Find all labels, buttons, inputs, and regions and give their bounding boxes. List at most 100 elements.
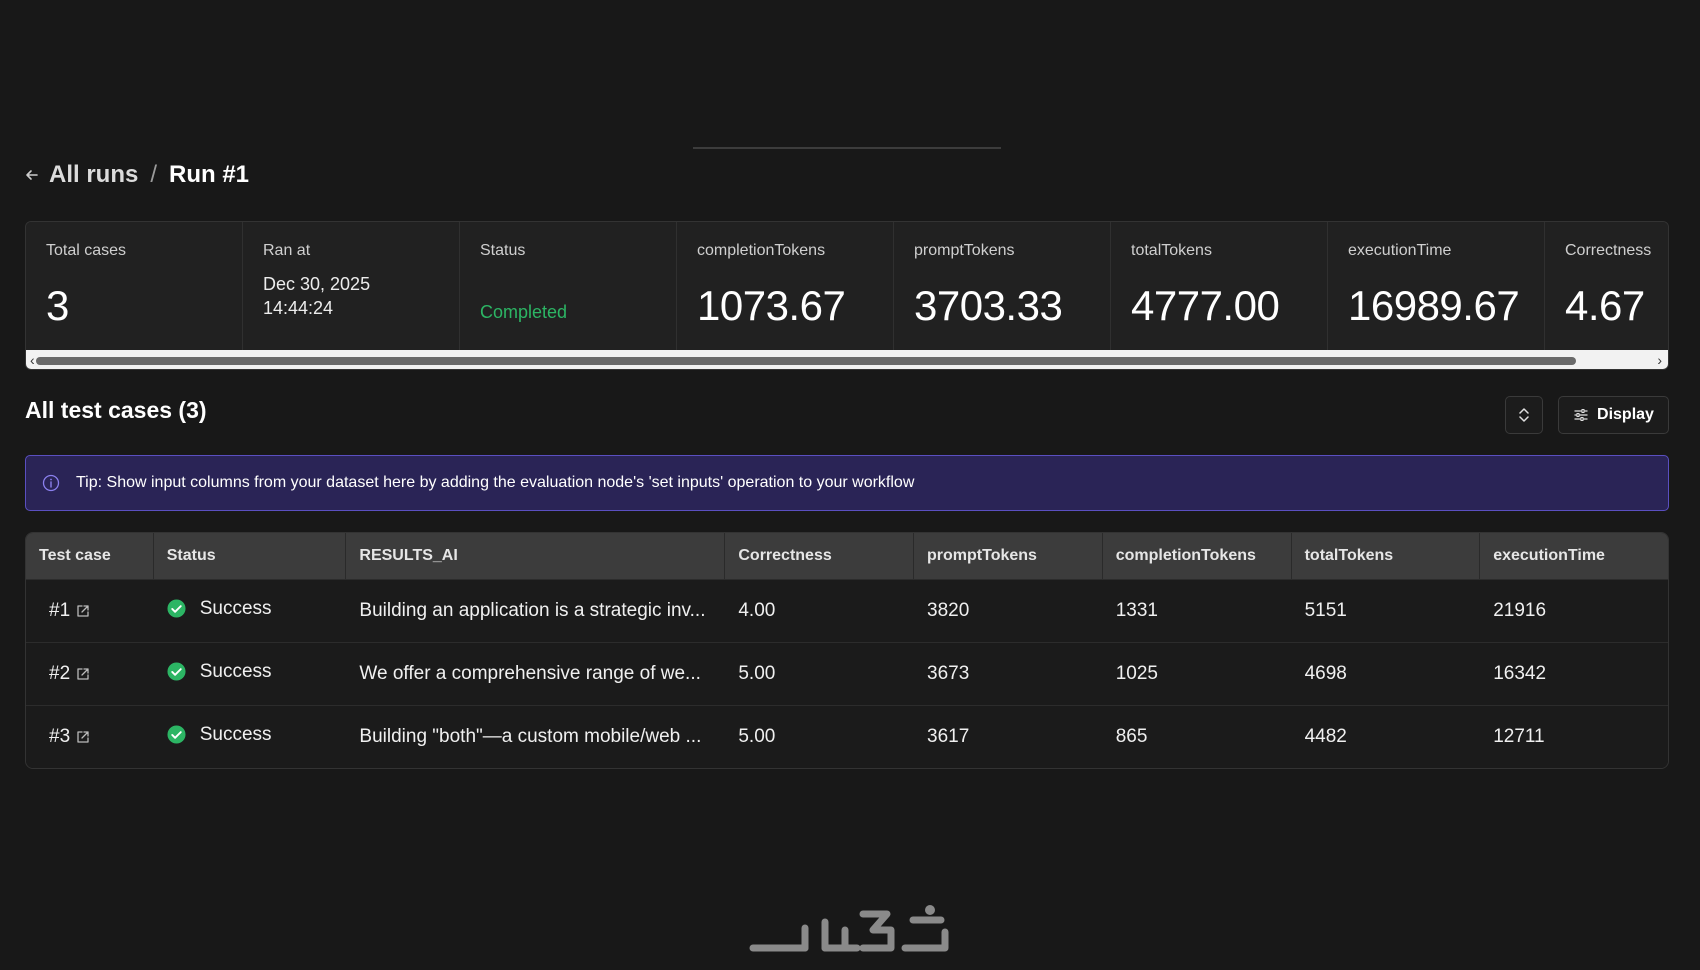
breadcrumb-all-runs-link[interactable]: All runs bbox=[49, 161, 138, 189]
results-ai-cell: Building an application is a strategic i… bbox=[346, 579, 726, 642]
horizontal-scrollbar[interactable]: ‹ › bbox=[26, 350, 1668, 369]
breadcrumb: All runs / Run #1 bbox=[25, 158, 249, 192]
test-case-link[interactable]: #2 bbox=[49, 663, 90, 685]
test-case-link[interactable]: #1 bbox=[49, 600, 90, 622]
total-tokens-cell: 5151 bbox=[1291, 579, 1481, 642]
column-header-completion-tokens[interactable]: completionTokens bbox=[1102, 533, 1292, 579]
completion-tokens-cell: 1331 bbox=[1102, 579, 1292, 642]
test-case-cell: #3 bbox=[26, 705, 154, 768]
results-ai-cell: We offer a comprehensive range of we... bbox=[346, 642, 726, 705]
display-button[interactable]: Display bbox=[1558, 396, 1669, 434]
prompt-tokens-cell: 3820 bbox=[914, 579, 1103, 642]
stat-label: Correctness bbox=[1565, 242, 1652, 259]
stat-label: Ran at bbox=[263, 242, 311, 259]
stat-label: completionTokens bbox=[697, 242, 826, 259]
chevron-up-down-icon bbox=[1519, 408, 1529, 422]
back-arrow-icon[interactable] bbox=[25, 168, 39, 182]
status-cell: Success bbox=[153, 642, 347, 705]
breadcrumb-separator: / bbox=[150, 161, 158, 188]
status-badge: Completed bbox=[480, 302, 568, 322]
status-cell: Success bbox=[153, 579, 347, 642]
stat-label: Status bbox=[480, 242, 526, 259]
stat-card-status: Status Completed bbox=[460, 222, 677, 350]
test-cases-table: Test case Status RESULTS_AI Correctness … bbox=[25, 532, 1669, 769]
sliders-icon bbox=[1574, 409, 1588, 421]
stat-value: 4.67 bbox=[1565, 282, 1645, 329]
display-button-label: Display bbox=[1597, 406, 1654, 423]
completion-tokens-cell: 1025 bbox=[1102, 642, 1292, 705]
status-text: Success bbox=[199, 723, 272, 745]
stat-value: 3 bbox=[46, 282, 69, 329]
prompt-tokens-cell: 3673 bbox=[914, 642, 1103, 705]
top-divider bbox=[693, 147, 1001, 149]
status-cell: Success bbox=[153, 705, 347, 768]
status-text: Success bbox=[199, 597, 272, 619]
stat-label: executionTime bbox=[1348, 242, 1452, 259]
stat-card-execution-time: executionTime 16989.67 bbox=[1328, 222, 1545, 350]
breadcrumb-current: Run #1 bbox=[169, 161, 250, 188]
status-text: Success bbox=[199, 660, 272, 682]
total-tokens-cell: 4482 bbox=[1291, 705, 1481, 768]
stat-label: promptTokens bbox=[914, 242, 1015, 259]
test-case-id: #3 bbox=[49, 726, 71, 747]
check-circle-icon bbox=[167, 662, 186, 681]
check-circle-icon bbox=[167, 599, 186, 618]
table-row[interactable]: #1 Success Building an application is a … bbox=[26, 579, 1668, 642]
info-icon bbox=[42, 474, 60, 492]
stat-card-ran-at: Ran at Dec 30, 2025 14:44:24 bbox=[243, 222, 460, 350]
stat-ran-at-time: 14:44:24 bbox=[263, 298, 334, 318]
execution-time-cell: 21916 bbox=[1480, 579, 1668, 642]
stat-label: totalTokens bbox=[1131, 242, 1212, 259]
prompt-tokens-cell: 3617 bbox=[914, 705, 1103, 768]
correctness-cell: 4.00 bbox=[725, 579, 914, 642]
stat-label: Total cases bbox=[46, 242, 127, 259]
table-row[interactable]: #2 Success We offer a comprehensive rang… bbox=[26, 642, 1668, 705]
test-case-id: #1 bbox=[49, 600, 71, 621]
tip-text: Tip: Show input columns from your datase… bbox=[76, 474, 915, 491]
test-case-cell: #2 bbox=[26, 642, 154, 705]
stat-card-completion-tokens: completionTokens 1073.67 bbox=[677, 222, 894, 350]
column-header-total-tokens[interactable]: totalTokens bbox=[1291, 533, 1481, 579]
stat-card-total-cases: Total cases 3 bbox=[26, 222, 243, 350]
execution-time-cell: 12711 bbox=[1480, 705, 1668, 768]
correctness-cell: 5.00 bbox=[725, 642, 914, 705]
stat-ran-at-value: Dec 30, 2025 14:44:24 bbox=[263, 272, 439, 320]
stat-ran-at-date: Dec 30, 2025 bbox=[263, 274, 371, 294]
total-tokens-cell: 4698 bbox=[1291, 642, 1481, 705]
execution-time-cell: 16342 bbox=[1480, 642, 1668, 705]
section-title: All test cases (3) bbox=[25, 397, 207, 423]
external-link-icon bbox=[77, 731, 89, 743]
stat-card-prompt-tokens: promptTokens 3703.33 bbox=[894, 222, 1111, 350]
test-case-cell: #1 bbox=[26, 579, 154, 642]
external-link-icon bbox=[77, 605, 89, 617]
stat-value: 4777.00 bbox=[1131, 282, 1280, 329]
test-case-link[interactable]: #3 bbox=[49, 726, 90, 748]
table-header-row: Test case Status RESULTS_AI Correctness … bbox=[26, 533, 1668, 579]
completion-tokens-cell: 865 bbox=[1102, 705, 1292, 768]
watermark-logo bbox=[749, 905, 949, 952]
column-header-test-case[interactable]: Test case bbox=[26, 533, 154, 579]
stat-value: 16989.67 bbox=[1348, 282, 1520, 329]
page: All runs / Run #1 Total cases 3 Ran at D… bbox=[0, 0, 1700, 970]
scroll-right-arrow-icon[interactable]: › bbox=[1657, 352, 1662, 368]
stat-card-correctness: Correctness 4.67 bbox=[1545, 222, 1668, 350]
scroll-left-arrow-icon[interactable]: ‹ bbox=[30, 352, 35, 368]
stat-value: 3703.33 bbox=[914, 282, 1063, 329]
correctness-cell: 5.00 bbox=[725, 705, 914, 768]
stats-strip: Total cases 3 Ran at Dec 30, 2025 14:44:… bbox=[25, 221, 1669, 370]
column-header-prompt-tokens[interactable]: promptTokens bbox=[914, 533, 1103, 579]
stat-card-total-tokens: totalTokens 4777.00 bbox=[1111, 222, 1328, 350]
scrollbar-thumb[interactable] bbox=[36, 357, 1576, 365]
column-header-status[interactable]: Status bbox=[153, 533, 347, 579]
column-header-execution-time[interactable]: executionTime bbox=[1480, 533, 1668, 579]
check-circle-icon bbox=[167, 725, 186, 744]
sort-button[interactable] bbox=[1505, 396, 1543, 434]
results-ai-cell: Building "both"—a custom mobile/web ... bbox=[346, 705, 726, 768]
external-link-icon bbox=[77, 668, 89, 680]
stat-value: 1073.67 bbox=[697, 282, 846, 329]
column-header-correctness[interactable]: Correctness bbox=[725, 533, 914, 579]
tip-banner: Tip: Show input columns from your datase… bbox=[25, 455, 1669, 511]
table-row[interactable]: #3 Success Building "both"—a custom mobi… bbox=[26, 705, 1668, 768]
test-case-id: #2 bbox=[49, 663, 71, 684]
column-header-results-ai[interactable]: RESULTS_AI bbox=[346, 533, 726, 579]
